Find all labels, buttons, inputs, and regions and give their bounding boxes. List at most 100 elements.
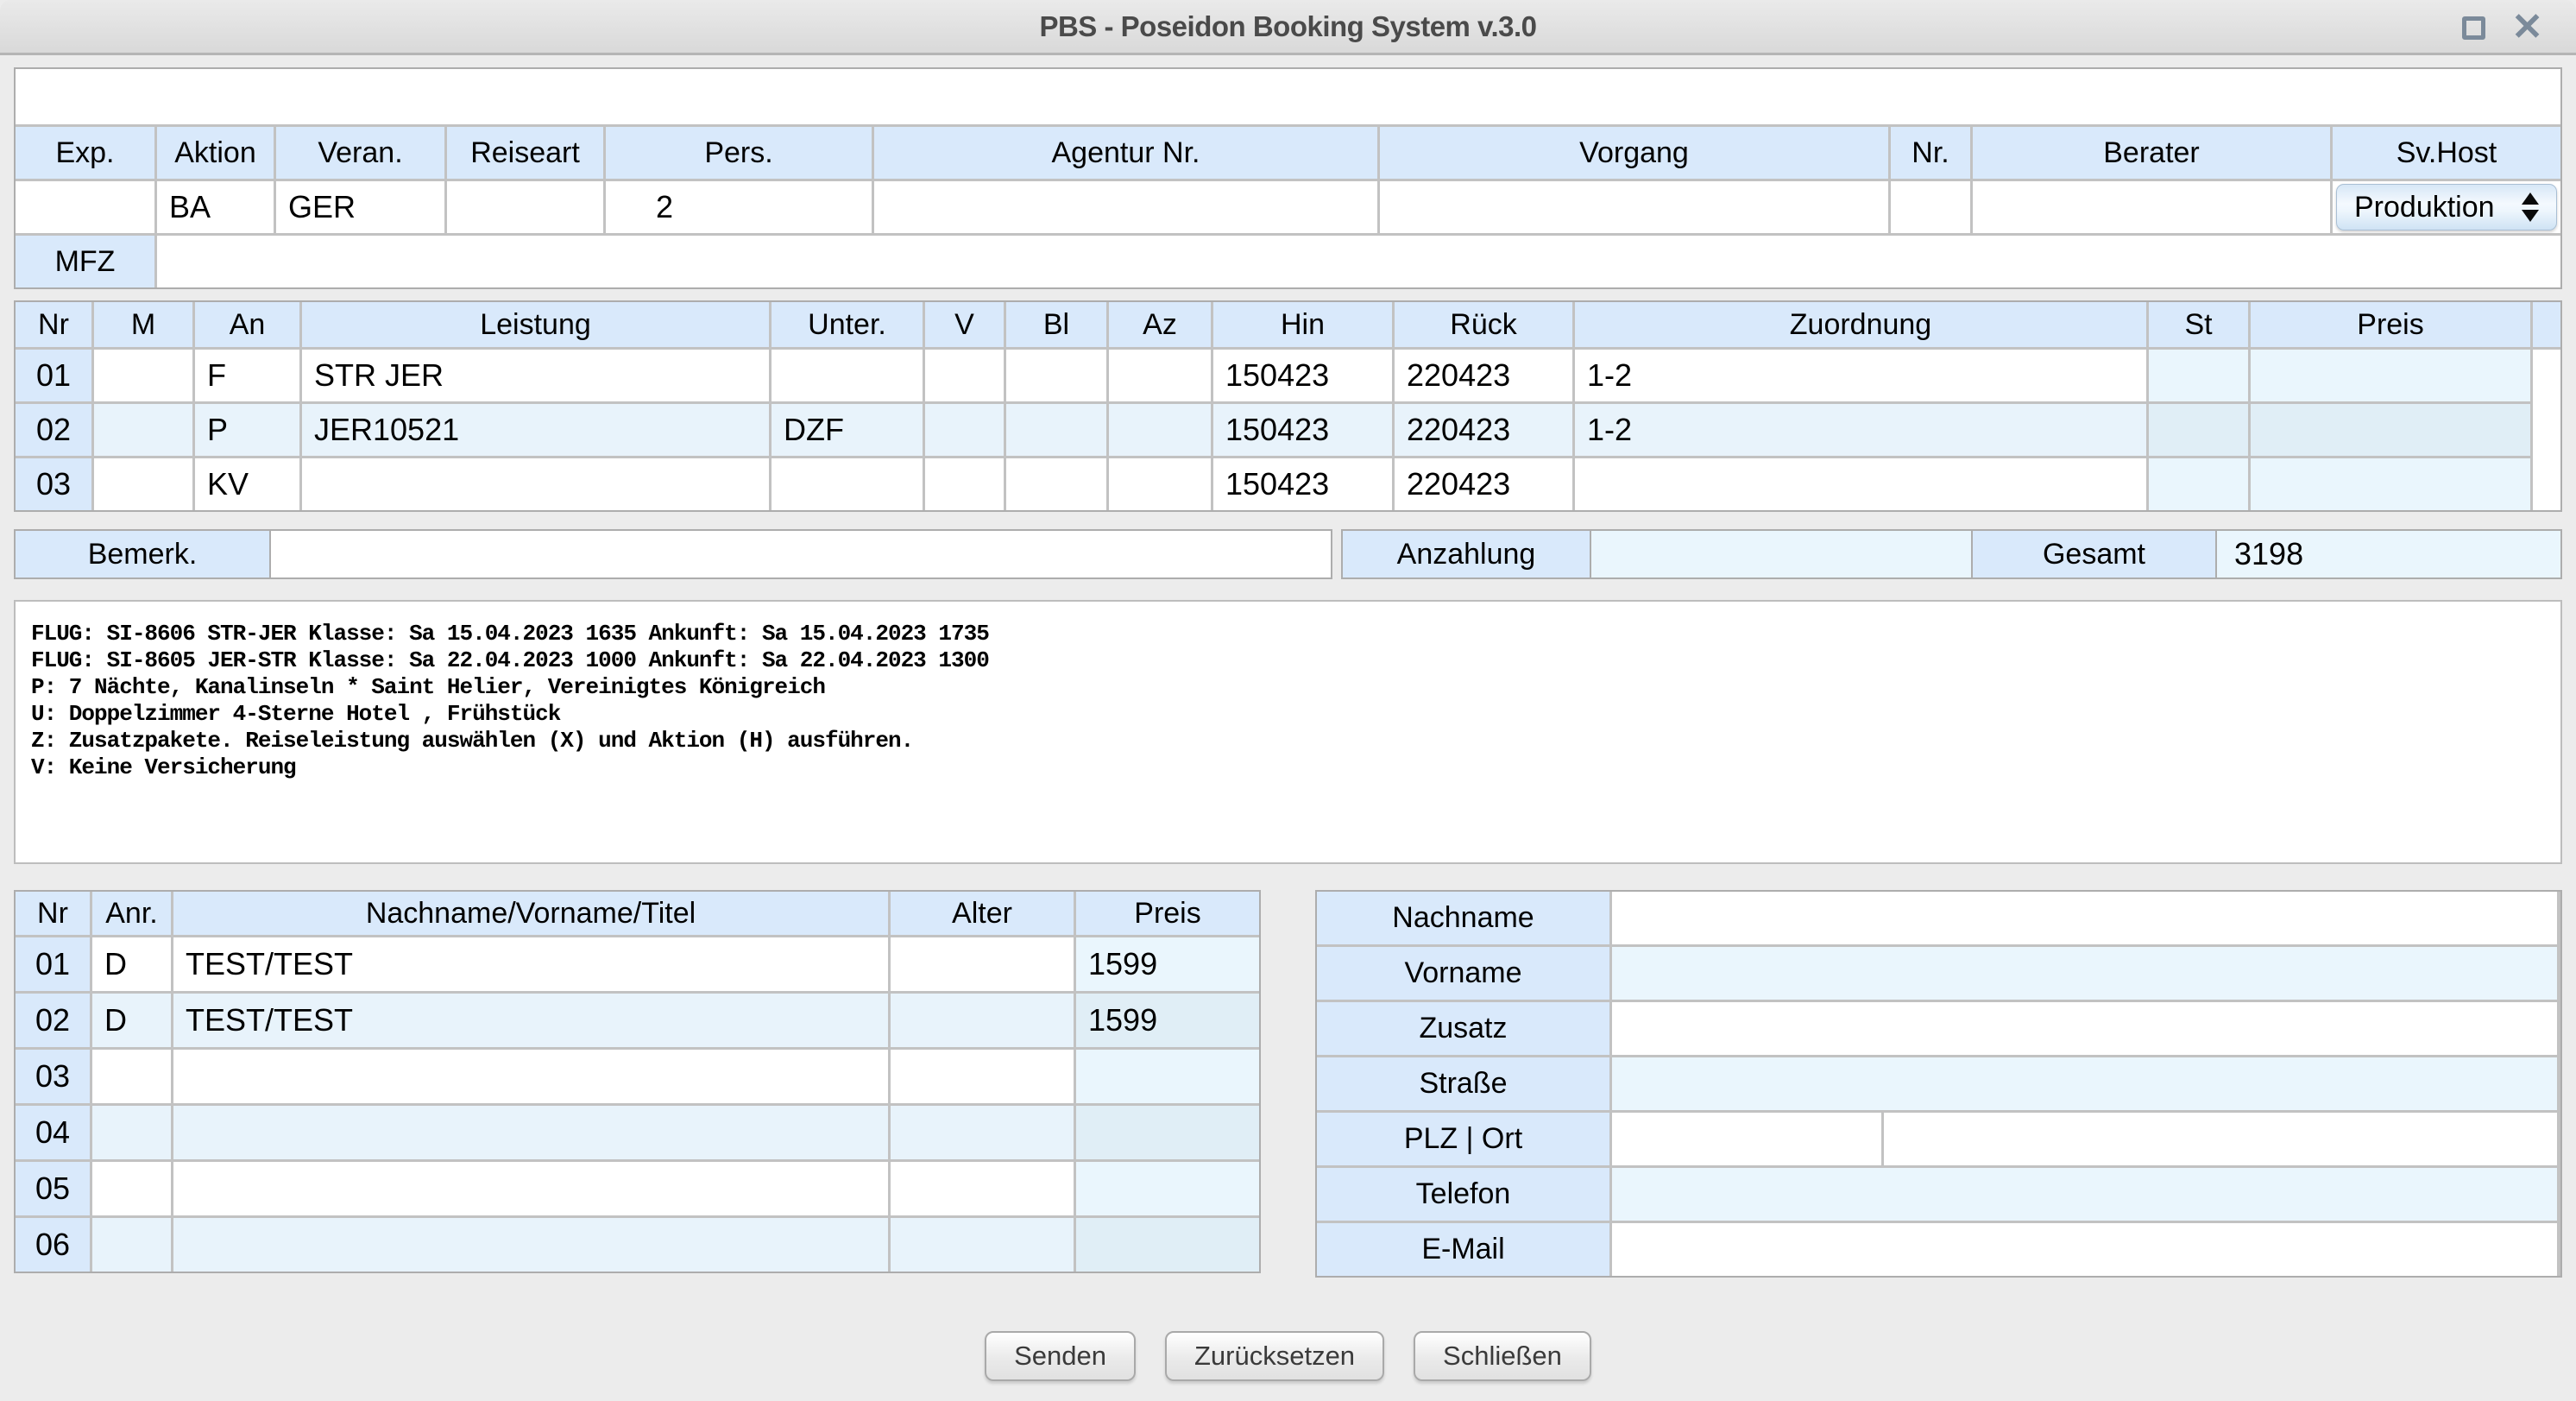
cell-preis[interactable] bbox=[2251, 404, 2530, 456]
cell-alter[interactable] bbox=[891, 1218, 1074, 1272]
cell-hin[interactable]: 150423 bbox=[1213, 350, 1392, 401]
plz-field[interactable] bbox=[1612, 1113, 1881, 1165]
cell-m[interactable] bbox=[94, 404, 192, 456]
schliessen-button[interactable]: Schließen bbox=[1414, 1331, 1591, 1381]
nr-field[interactable] bbox=[1891, 181, 1970, 233]
cell-an[interactable]: F bbox=[195, 350, 299, 401]
cell-az[interactable] bbox=[1109, 350, 1211, 401]
nachname-field[interactable] bbox=[1612, 892, 2557, 944]
cell-nr[interactable]: 03 bbox=[16, 458, 91, 510]
cell-bl[interactable] bbox=[1006, 404, 1106, 456]
cell-alter[interactable] bbox=[891, 937, 1074, 991]
cell-name[interactable] bbox=[173, 1050, 888, 1103]
cell-leistung[interactable] bbox=[302, 458, 769, 510]
cell-anr[interactable] bbox=[92, 1162, 171, 1215]
cell-v[interactable] bbox=[925, 350, 1004, 401]
cell-nr[interactable]: 01 bbox=[16, 937, 90, 991]
cell-unter[interactable]: DZF bbox=[772, 404, 923, 456]
cell-name[interactable] bbox=[173, 1162, 888, 1215]
cell-an[interactable]: KV bbox=[195, 458, 299, 510]
vorname-field[interactable] bbox=[1612, 947, 2557, 1000]
ort-field[interactable] bbox=[1884, 1113, 2557, 1165]
cell-m[interactable] bbox=[94, 458, 192, 510]
cell-alter[interactable] bbox=[891, 1050, 1074, 1103]
cell-nr[interactable]: 01 bbox=[16, 350, 91, 401]
cell-zuordnung[interactable] bbox=[1575, 458, 2146, 510]
cell-rueck[interactable]: 220423 bbox=[1395, 404, 1572, 456]
cell-alter[interactable] bbox=[891, 994, 1074, 1047]
cell-nr[interactable]: 06 bbox=[16, 1218, 90, 1272]
cell-nr[interactable]: 05 bbox=[16, 1162, 90, 1215]
cell-name[interactable]: TEST/TEST bbox=[173, 937, 888, 991]
cell-preis[interactable] bbox=[1076, 1050, 1259, 1103]
cell-nr[interactable]: 02 bbox=[16, 994, 90, 1047]
cell-leistung[interactable]: JER10521 bbox=[302, 404, 769, 456]
cell-leistung[interactable]: STR JER bbox=[302, 350, 769, 401]
cell-anr[interactable]: D bbox=[92, 937, 171, 991]
cell-unter[interactable] bbox=[772, 458, 923, 510]
cell-alter[interactable] bbox=[891, 1106, 1074, 1159]
exp-field[interactable] bbox=[16, 181, 154, 233]
reiseart-field[interactable] bbox=[447, 181, 603, 233]
cell-v[interactable] bbox=[925, 458, 1004, 510]
cell-name[interactable] bbox=[173, 1106, 888, 1159]
cell-anr[interactable]: D bbox=[92, 994, 171, 1047]
cell-zuordnung[interactable]: 1-2 bbox=[1575, 404, 2146, 456]
cell-anr[interactable] bbox=[92, 1106, 171, 1159]
cell-v[interactable] bbox=[925, 404, 1004, 456]
strasse-field[interactable] bbox=[1612, 1057, 2557, 1110]
cell-nr[interactable]: 03 bbox=[16, 1050, 90, 1103]
aktion-field[interactable]: BA bbox=[157, 181, 274, 233]
cell-m[interactable] bbox=[94, 350, 192, 401]
senden-button[interactable]: Senden bbox=[985, 1331, 1136, 1381]
info-textarea[interactable]: FLUG: SI-8606 STR-JER Klasse: Sa 15.04.2… bbox=[14, 600, 2562, 864]
top-empty-strip[interactable] bbox=[16, 69, 2560, 124]
vorgang-field[interactable] bbox=[1380, 181, 1888, 233]
bemerk-field[interactable] bbox=[269, 529, 1332, 579]
gesamt-field[interactable]: 3198 bbox=[2215, 529, 2562, 579]
cell-name[interactable]: TEST/TEST bbox=[173, 994, 888, 1047]
cell-rueck[interactable]: 220423 bbox=[1395, 458, 1572, 510]
anzahlung-field[interactable] bbox=[1590, 529, 1973, 579]
cell-az[interactable] bbox=[1109, 404, 1211, 456]
maximize-icon[interactable] bbox=[2462, 16, 2485, 40]
cell-nr[interactable]: 02 bbox=[16, 404, 91, 456]
cell-zuordnung[interactable]: 1-2 bbox=[1575, 350, 2146, 401]
cell-st[interactable] bbox=[2149, 350, 2248, 401]
cell-preis[interactable]: 1599 bbox=[1076, 994, 1259, 1047]
zuruecksetzen-button[interactable]: Zurücksetzen bbox=[1165, 1331, 1384, 1381]
telefon-field[interactable] bbox=[1612, 1168, 2557, 1221]
cell-preis[interactable] bbox=[1076, 1218, 1259, 1272]
cell-rueck[interactable]: 220423 bbox=[1395, 350, 1572, 401]
agentur-nr-field[interactable] bbox=[874, 181, 1377, 233]
cell-preis[interactable]: 1599 bbox=[1076, 937, 1259, 991]
cell-az[interactable] bbox=[1109, 458, 1211, 510]
cell-hin[interactable]: 150423 bbox=[1213, 458, 1392, 510]
cell-preis[interactable] bbox=[1076, 1106, 1259, 1159]
cell-bl[interactable] bbox=[1006, 350, 1106, 401]
close-icon[interactable]: ✕ bbox=[2511, 9, 2543, 47]
cell-preis[interactable] bbox=[2251, 458, 2530, 510]
cell-st[interactable] bbox=[2149, 458, 2248, 510]
cell-name[interactable] bbox=[173, 1218, 888, 1272]
cell-preis[interactable] bbox=[2251, 350, 2530, 401]
cell-preis[interactable] bbox=[1076, 1162, 1259, 1215]
email-field[interactable] bbox=[1612, 1223, 2557, 1276]
cell-st[interactable] bbox=[2149, 404, 2248, 456]
cell-an[interactable]: P bbox=[195, 404, 299, 456]
mfz-field[interactable] bbox=[157, 236, 2560, 287]
zusatz-field[interactable] bbox=[1612, 1002, 2557, 1055]
services-scrollbar-track[interactable] bbox=[2533, 350, 2560, 510]
cell-unter[interactable] bbox=[772, 350, 923, 401]
berater-field[interactable] bbox=[1973, 181, 2330, 233]
cell-bl[interactable] bbox=[1006, 458, 1106, 510]
sv-host-select[interactable]: Produktion bbox=[2336, 184, 2557, 230]
cell-hin[interactable]: 150423 bbox=[1213, 404, 1392, 456]
cell-nr[interactable]: 04 bbox=[16, 1106, 90, 1159]
cell-anr[interactable] bbox=[92, 1050, 171, 1103]
cell-alter[interactable] bbox=[891, 1162, 1074, 1215]
veran-field[interactable]: GER bbox=[276, 181, 444, 233]
mfz-label: MFZ bbox=[16, 236, 154, 287]
pers-field[interactable]: 2 bbox=[606, 181, 872, 233]
cell-anr[interactable] bbox=[92, 1218, 171, 1272]
